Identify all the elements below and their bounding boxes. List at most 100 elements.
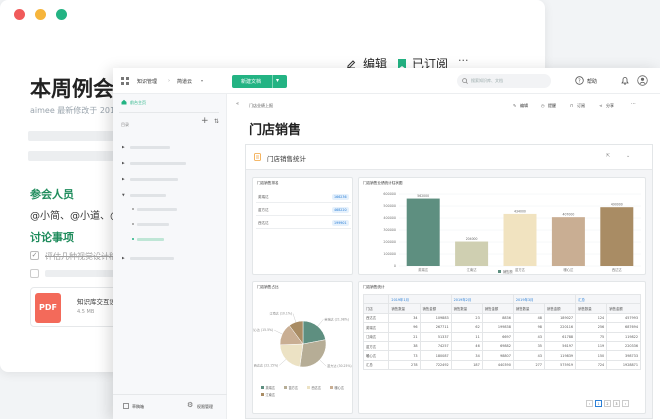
expand-arrow-icon[interactable]: ▶	[122, 256, 125, 260]
doc-edit-button[interactable]: 编辑	[520, 103, 528, 109]
task-checkbox[interactable]: ✓	[30, 251, 39, 260]
doc-subscribe-button[interactable]: 订阅	[577, 103, 585, 109]
report-title: 门店销售统计	[267, 155, 306, 163]
maximize-dot[interactable]	[56, 9, 67, 20]
grid-icon[interactable]	[121, 77, 129, 85]
add-icon[interactable]: +	[201, 116, 209, 126]
expand-arrow-icon[interactable]: ▶	[122, 161, 125, 165]
table-cell: 180087	[419, 350, 452, 361]
table-cell: 34	[450, 350, 483, 361]
tree-item[interactable]	[130, 146, 170, 149]
table-cell: 119822	[606, 331, 641, 342]
bar	[551, 217, 585, 266]
doc-title: 本周例会	[30, 77, 114, 101]
help-icon[interactable]: ?	[575, 76, 584, 85]
pie-slice-label: 苗方达 (30.25%)	[327, 363, 351, 368]
legend-label: 英瑞达	[266, 385, 276, 390]
expand-arrow-icon[interactable]: ▶	[122, 177, 125, 181]
search-input[interactable]: 搜索知识库、文档	[457, 74, 551, 88]
table-cell: 267711	[419, 322, 452, 333]
table-cell: 46	[450, 340, 483, 352]
tree-item[interactable]	[137, 223, 169, 226]
ranking-row: 西达达 199901	[256, 218, 351, 229]
ranking-row: 苗方达 468220	[256, 205, 351, 216]
table-cell: 34	[388, 312, 421, 324]
chevron-down-icon[interactable]: ▾	[201, 78, 203, 83]
doc-meta: aimee 最新修改于 2019	[30, 106, 121, 115]
table-cell: 43	[512, 331, 545, 342]
x-tick-label: 暖心达	[563, 267, 574, 272]
chevron-down-icon[interactable]: ▾	[276, 77, 279, 84]
parent-doc-link[interactable]: 门店业绩上报	[249, 103, 273, 109]
report-icon	[254, 153, 261, 161]
sidebar-item-home[interactable]: 前台主页	[130, 100, 146, 106]
page-next-button[interactable]: ›	[622, 400, 629, 407]
task-checkbox-empty[interactable]	[30, 269, 39, 278]
avatar[interactable]	[637, 75, 648, 86]
new-doc-button[interactable]: 新建文档 ▾	[232, 75, 287, 88]
tree-item-active[interactable]	[137, 238, 164, 241]
table-header-cell: 销售数量	[512, 303, 545, 314]
edit-icon[interactable]: ✎	[513, 103, 516, 108]
tree-item[interactable]	[130, 194, 166, 197]
table-cell: 35	[512, 340, 545, 352]
table-row: 英瑞达 96 267711 62 199838 98 220116 256 687694	[362, 322, 641, 333]
table-cell: 8836	[481, 312, 514, 324]
button-divider	[272, 75, 273, 88]
chevron-down-icon[interactable]: ⌄	[626, 153, 630, 159]
legend-label: 西达达	[312, 385, 322, 390]
table-cell: 苗方达	[362, 340, 390, 352]
open-external-icon[interactable]: ⇱	[606, 153, 610, 159]
bell-icon[interactable]	[621, 76, 629, 85]
collapse-sidebar-icon[interactable]: «	[236, 101, 239, 107]
table-cell: 96	[388, 322, 421, 333]
legend-label: 苗方达	[289, 385, 299, 390]
collapse-arrow-icon[interactable]: ▼	[122, 193, 125, 197]
more-icon[interactable]: ···	[631, 101, 636, 107]
bar	[600, 207, 634, 266]
table-cell: 119	[575, 340, 608, 352]
page-button[interactable]: 2	[604, 400, 611, 407]
divider	[119, 112, 219, 113]
gear-icon: ⚙	[187, 401, 194, 409]
tree-item[interactable]	[130, 178, 178, 181]
x-tick-label: 江南达	[467, 267, 478, 272]
legend-swatch	[284, 386, 287, 389]
breadcrumb-separator: ›	[168, 78, 170, 84]
page-button[interactable]: 1	[595, 400, 602, 407]
table-cell: 150	[575, 350, 608, 361]
drafts-link[interactable]: 草稿箱	[132, 404, 144, 410]
x-tick-label: 英瑞达	[418, 267, 429, 272]
breadcrumb-knowledge[interactable]: 知识管理	[137, 78, 157, 85]
legend-label: 销售额	[503, 269, 513, 274]
table-cell: 119839	[543, 350, 577, 361]
y-tick-label: 600000	[383, 192, 396, 196]
home-icon	[121, 99, 127, 105]
tree-item[interactable]	[130, 162, 186, 165]
y-tick-label: 500000	[383, 204, 396, 208]
table-header-row: 门店 销售数量 销售金额 销售数量 销售金额 销售数量 销售金额 销售数量 销售金额	[362, 303, 641, 314]
sort-icon[interactable]: ⇅	[214, 118, 219, 125]
doc-remind-button[interactable]: 提醒	[548, 103, 556, 109]
table-cell: 109883	[419, 312, 452, 324]
bookmark-icon[interactable]: ⊓	[570, 103, 573, 108]
tree-item[interactable]	[130, 257, 174, 260]
table-header-cell: 销售金额	[543, 303, 577, 314]
share-icon[interactable]: ⋖	[599, 103, 602, 108]
ranking-panel: 门店销售排名 英瑞达 166236 苗方达 468220 西达达 199901	[252, 177, 353, 275]
expand-arrow-icon[interactable]: ▶	[122, 145, 125, 149]
more-icon[interactable]: ···	[458, 54, 469, 67]
remind-icon[interactable]: ◷	[541, 103, 545, 108]
doc-share-button[interactable]: 分享	[606, 103, 614, 109]
minimize-dot[interactable]	[35, 9, 46, 20]
page-button[interactable]: 3	[613, 400, 620, 407]
leader-line	[319, 359, 327, 367]
sidebar: 前台主页 目录 + ⇅ ▶ ▶ ▶ ▼ ▶ 草稿箱 ⚙ 权限管理	[113, 94, 227, 419]
table-cell: 199838	[481, 322, 514, 333]
permissions-link[interactable]: 权限管理	[197, 404, 213, 410]
help-label[interactable]: 帮助	[587, 78, 597, 85]
breadcrumb-space[interactable]: 简道云	[177, 78, 192, 85]
tree-item[interactable]	[137, 208, 177, 211]
close-dot[interactable]	[14, 9, 25, 20]
page-prev-button[interactable]: ‹	[586, 400, 593, 407]
